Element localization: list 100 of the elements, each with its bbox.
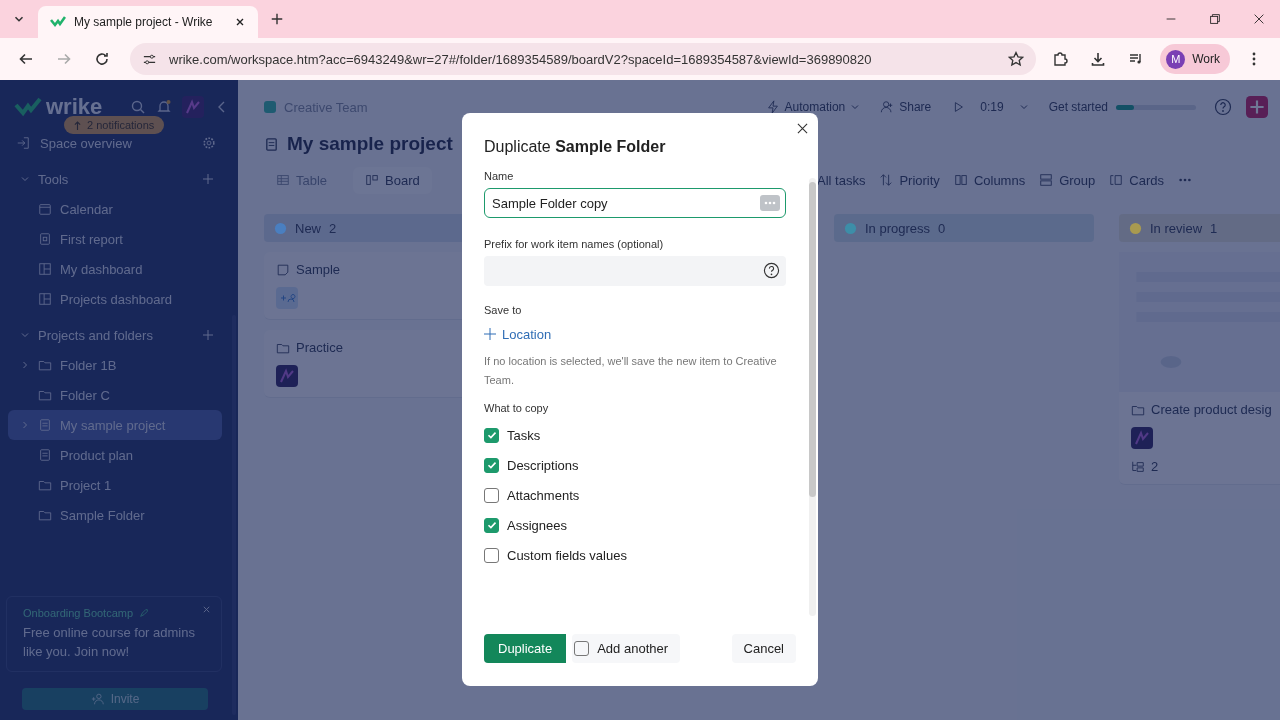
- nav-item[interactable]: Project 1: [8, 470, 222, 500]
- section-title[interactable]: Projects and folders: [38, 327, 194, 343]
- new-tab-icon[interactable]: [270, 12, 284, 26]
- profile-avatar: M: [1166, 49, 1186, 69]
- add-another-option[interactable]: Add another: [572, 634, 681, 663]
- chevron-down-icon[interactable]: [1018, 102, 1029, 112]
- timer-button[interactable]: 0:19: [951, 100, 1029, 114]
- project-icon: [264, 136, 279, 152]
- task-card[interactable]: Create product desig 2: [1119, 252, 1280, 485]
- nav-item[interactable]: Space overview: [40, 135, 192, 151]
- checkbox-label[interactable]: Custom fields values: [507, 547, 627, 563]
- column-title: In progress: [865, 220, 931, 236]
- space-icon: [264, 101, 276, 113]
- avatar-icon: [1131, 427, 1153, 449]
- filter-button[interactable]: Group: [1039, 172, 1096, 188]
- browser-tab[interactable]: My sample project - Wrike: [38, 6, 258, 38]
- forward-icon[interactable]: [56, 51, 72, 67]
- automation-button[interactable]: Automation: [765, 100, 861, 114]
- name-field[interactable]: Sample Folder copy: [484, 188, 786, 218]
- help-icon[interactable]: [763, 262, 780, 279]
- bookmark-star-icon[interactable]: [1008, 51, 1025, 67]
- close-icon[interactable]: [234, 16, 246, 28]
- restore-icon[interactable]: [1208, 12, 1222, 26]
- chevron-icon[interactable]: [20, 174, 30, 184]
- chevron-icon[interactable]: [20, 360, 30, 370]
- reload-icon[interactable]: [94, 51, 110, 67]
- settings-icon[interactable]: [202, 136, 216, 150]
- get-started-label[interactable]: Get started: [1048, 100, 1108, 114]
- dialog-title: Duplicate Sample Folder: [484, 138, 666, 156]
- subtask-count: 2: [1151, 459, 1159, 474]
- nav-item[interactable]: My dashboard: [8, 254, 222, 284]
- checkbox-label[interactable]: Add another: [597, 641, 669, 656]
- checkbox-label[interactable]: Descriptions: [507, 457, 579, 473]
- column-count: 2: [329, 220, 337, 236]
- share-button[interactable]: Share: [880, 100, 932, 114]
- avatar-icon[interactable]: [182, 96, 204, 118]
- checkbox[interactable]: [484, 487, 499, 503]
- extensions-icon[interactable]: [1052, 51, 1069, 67]
- checkbox-label[interactable]: Attachments: [507, 487, 580, 503]
- close-icon[interactable]: [797, 123, 808, 134]
- invite-button[interactable]: Invite: [22, 688, 208, 710]
- arrow-up-icon: [74, 119, 81, 131]
- nav-item[interactable]: Calendar: [8, 194, 222, 224]
- checkbox[interactable]: [484, 517, 499, 533]
- cards-icon: [1109, 173, 1124, 187]
- checkbox-label[interactable]: Assignees: [507, 517, 567, 533]
- space-overview-icon: [16, 136, 30, 150]
- checkbox[interactable]: [484, 427, 499, 443]
- columns-icon: [953, 173, 968, 187]
- board-icon: [365, 173, 380, 187]
- filter-button[interactable]: Priority: [879, 172, 940, 188]
- add-icon[interactable]: [202, 329, 214, 341]
- column-count: 1: [1210, 220, 1218, 236]
- bell-icon[interactable]: [156, 99, 172, 115]
- project-icon: [38, 418, 52, 432]
- profile-button[interactable]: M Work: [1160, 44, 1230, 74]
- back-icon[interactable]: [18, 51, 34, 67]
- section-title[interactable]: Tools: [38, 171, 194, 187]
- nav-item[interactable]: Projects dashboard: [8, 284, 222, 314]
- card-title[interactable]: Create product desig: [1151, 402, 1272, 417]
- chevron-icon[interactable]: [20, 330, 30, 340]
- duplicate-button[interactable]: Duplicate: [484, 634, 567, 663]
- group-icon: [1039, 173, 1054, 187]
- cancel-button[interactable]: Cancel: [731, 634, 796, 663]
- folder-icon: [38, 388, 52, 402]
- filter-button[interactable]: Columns: [953, 172, 1026, 188]
- check-icon: [485, 429, 498, 441]
- nav-item[interactable]: Sample Folder: [8, 500, 222, 530]
- onboarding-title[interactable]: Onboarding Bootcamp: [23, 607, 134, 619]
- card-title[interactable]: Sample: [296, 262, 341, 277]
- column-title: In review: [1150, 220, 1203, 236]
- checkbox[interactable]: [574, 641, 590, 656]
- close-icon[interactable]: [1252, 12, 1266, 26]
- download-icon[interactable]: [1090, 51, 1107, 67]
- check-icon: [485, 459, 498, 471]
- folder-icon: [38, 358, 52, 372]
- checkbox-label[interactable]: Tasks: [507, 427, 541, 443]
- filter-button[interactable]: Cards: [1109, 172, 1164, 188]
- nav-item[interactable]: Folder C: [8, 380, 222, 410]
- nav-item[interactable]: Product plan: [8, 440, 222, 470]
- nav-item[interactable]: Folder 1B: [8, 350, 222, 380]
- address-bar[interactable]: wrike.com/workspace.htm?acc=6943249&wr=27#/folder/1689354589/boardV2?spaceId=1689354587&viewId=369890820: [130, 43, 1037, 75]
- add-icon[interactable]: [1246, 96, 1268, 118]
- nav-item[interactable]: First report: [8, 224, 222, 254]
- filter-button[interactable]: All tasks: [817, 172, 866, 188]
- report-icon: [38, 232, 52, 246]
- card-title[interactable]: Practice: [296, 340, 343, 355]
- checkbox[interactable]: [484, 547, 499, 563]
- folder-icon: [38, 508, 52, 522]
- checkbox[interactable]: [484, 457, 499, 473]
- chevron-down-icon[interactable]: [850, 102, 861, 112]
- field-label: Prefix for work item names (optional): [484, 238, 665, 250]
- scrollbar[interactable]: [809, 178, 816, 616]
- field-label: Name: [484, 170, 515, 182]
- project-icon: [38, 448, 52, 462]
- search-icon[interactable]: [130, 99, 146, 115]
- add-icon[interactable]: [202, 173, 214, 185]
- prefix-field[interactable]: [484, 256, 786, 286]
- add-assignee-icon[interactable]: [276, 287, 298, 309]
- dashboard-icon: [38, 262, 52, 276]
